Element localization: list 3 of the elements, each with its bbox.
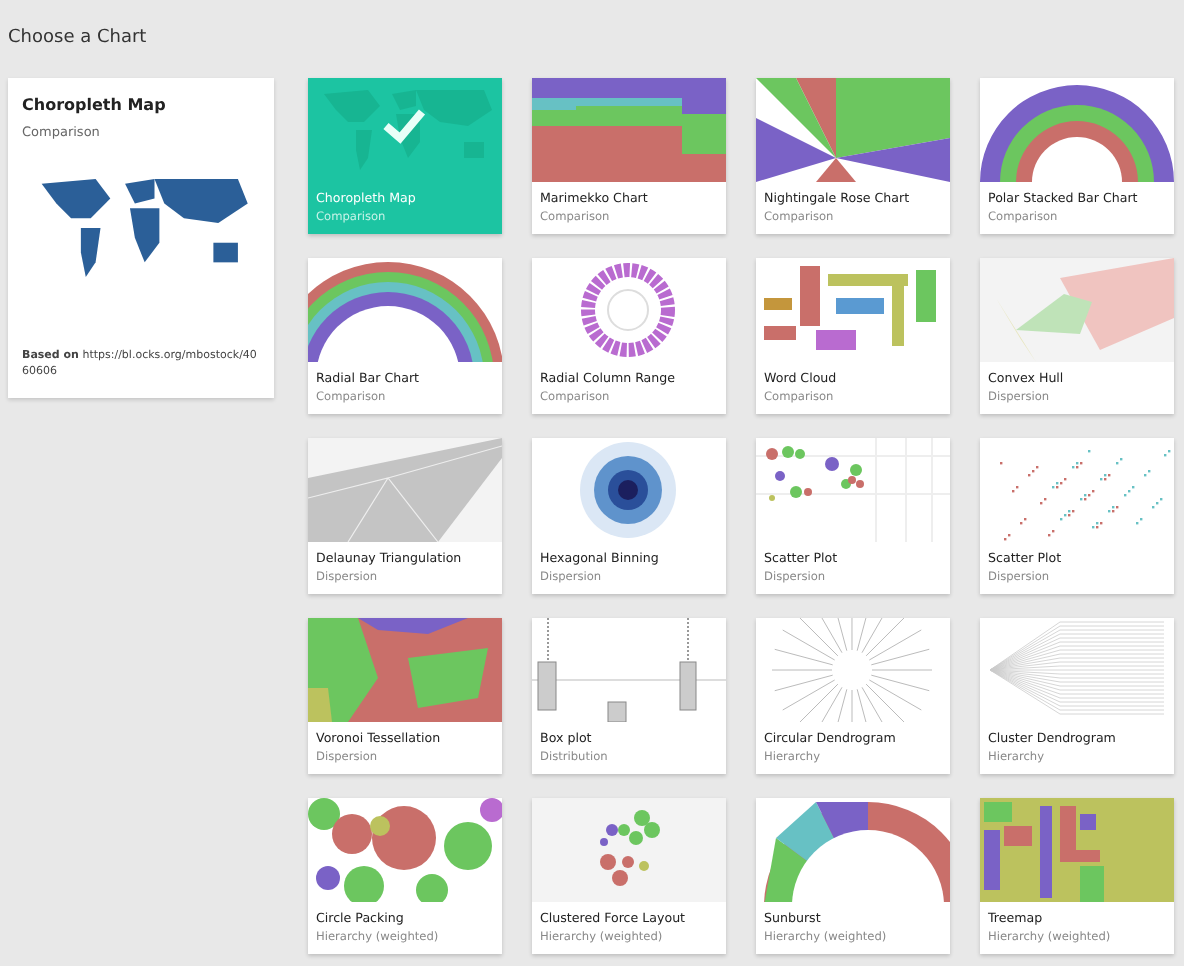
check-icon [380, 106, 428, 146]
page-title: Choose a Chart [8, 28, 149, 48]
preview-title: Choropleth Map [22, 96, 168, 114]
